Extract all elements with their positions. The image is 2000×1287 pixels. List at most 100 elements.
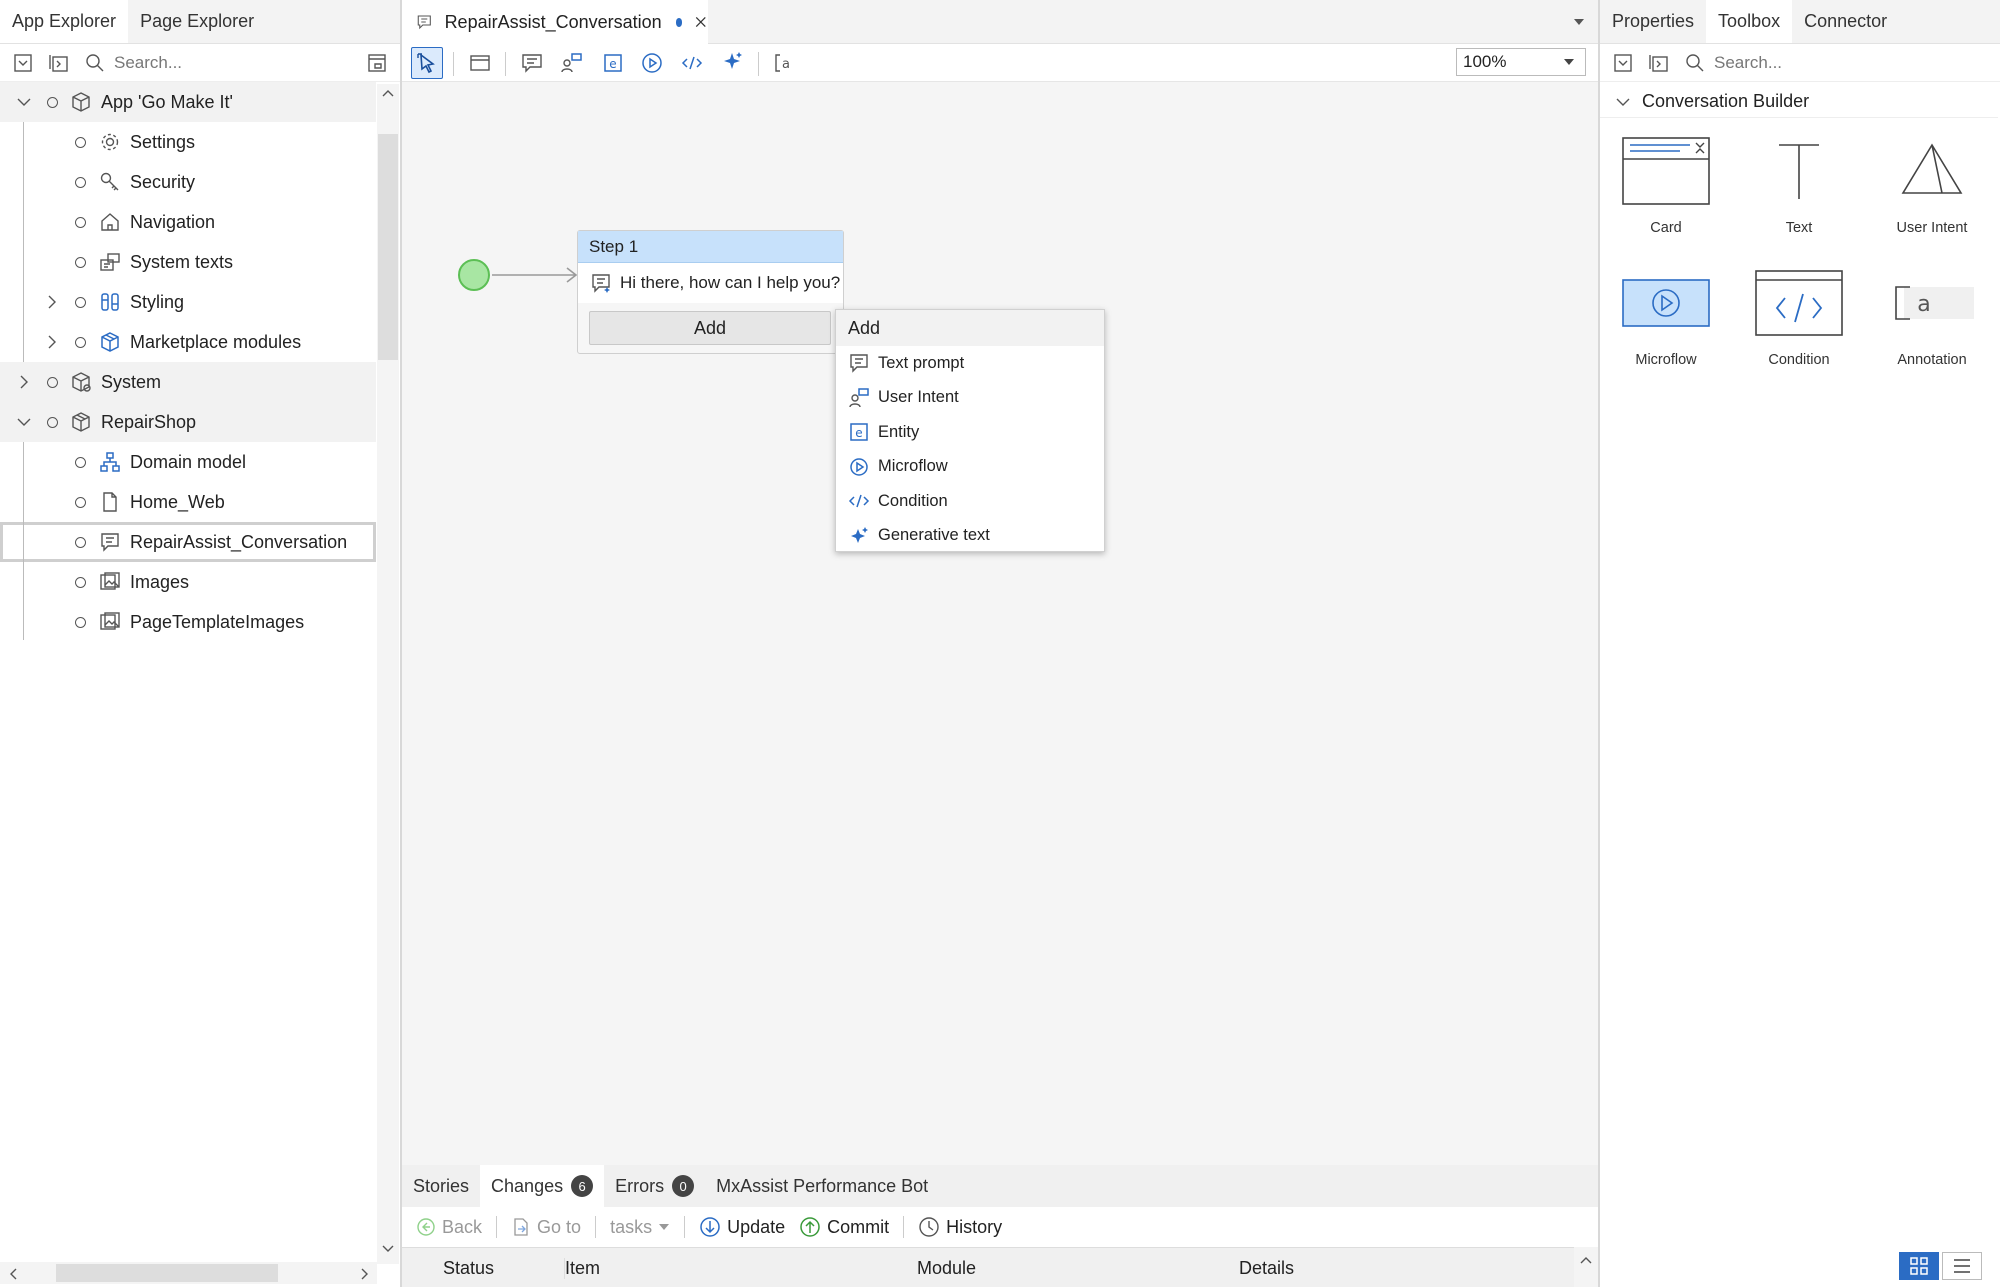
select-tool-button[interactable]: [411, 47, 443, 79]
image-icon: [100, 572, 120, 590]
chevron-right-icon[interactable]: [42, 332, 62, 352]
step-header[interactable]: Step 1: [578, 231, 843, 263]
condition-tool-icon[interactable]: [680, 51, 704, 75]
grid-view-button[interactable]: [1899, 1252, 1939, 1280]
tab-app-explorer[interactable]: App Explorer: [0, 0, 129, 43]
editor-tab[interactable]: RepairAssist_Conversation: [402, 0, 708, 44]
menu-item-microflow[interactable]: Microflow: [836, 450, 1104, 485]
toolbox-search[interactable]: Search...: [1684, 52, 1782, 74]
column-details[interactable]: Details: [1239, 1258, 1294, 1279]
tree-row-app[interactable]: App 'Go Make It': [0, 82, 376, 122]
column-status[interactable]: Status: [443, 1258, 494, 1279]
tree-scroll-thumb[interactable]: [378, 134, 398, 360]
expand-icon[interactable]: [48, 52, 70, 74]
tasks-dropdown[interactable]: tasks: [610, 1217, 670, 1238]
tab-connector[interactable]: Connector: [1792, 0, 1899, 43]
tree-row-home-web[interactable]: Home_Web: [0, 482, 376, 522]
section-conversation-builder[interactable]: Conversation Builder: [1600, 86, 1998, 118]
toolbar-separator: [758, 52, 759, 76]
annotation-tool-icon[interactable]: a: [772, 51, 796, 75]
user-intent-tool-icon[interactable]: [560, 51, 584, 75]
tab-toolbox[interactable]: Toolbox: [1706, 0, 1793, 43]
start-node[interactable]: [458, 259, 490, 291]
status-dot: [75, 296, 86, 308]
grid-icon: [1910, 1257, 1928, 1275]
chevron-right-icon[interactable]: [14, 372, 34, 392]
update-label: Update: [727, 1216, 786, 1237]
toolbox-item-condition[interactable]: Condition: [1733, 254, 1865, 368]
generative-text-tool-icon[interactable]: [720, 50, 744, 74]
step-node[interactable]: Step 1 Hi there, how can I help you? Add: [577, 230, 844, 354]
toolbox-item-text[interactable]: Text: [1733, 122, 1865, 236]
scroll-up-icon[interactable]: [1578, 1253, 1594, 1269]
menu-item-condition[interactable]: Condition: [836, 484, 1104, 519]
add-step-item-button[interactable]: Add: [589, 311, 831, 345]
scroll-down-icon[interactable]: [380, 1240, 396, 1256]
tree-row-marketplace-modules[interactable]: Marketplace modules: [0, 322, 376, 362]
menu-item-entity[interactable]: e Entity: [836, 415, 1104, 450]
menu-item-label: Text prompt: [878, 353, 965, 372]
text-prompt-tool-icon[interactable]: [520, 51, 544, 75]
list-view-button[interactable]: [1942, 1252, 1982, 1280]
collapse-all-icon[interactable]: [1612, 52, 1634, 74]
tree-row-security[interactable]: Security: [0, 162, 376, 202]
tree-row-styling[interactable]: Styling: [0, 282, 376, 322]
scroll-left-icon[interactable]: [6, 1266, 22, 1282]
tab-errors[interactable]: Errors 0: [604, 1165, 705, 1207]
goto-button[interactable]: Go to: [511, 1217, 581, 1238]
tab-label: Errors: [615, 1175, 665, 1196]
status-dot: [75, 456, 86, 468]
toolbox-item-microflow[interactable]: Microflow: [1600, 254, 1732, 368]
tab-changes[interactable]: Changes 6: [480, 1165, 605, 1207]
tree-row-system-texts[interactable]: System texts: [0, 242, 376, 282]
tab-page-explorer[interactable]: Page Explorer: [128, 0, 266, 43]
tab-mxassist-performance-bot[interactable]: MxAssist Performance Bot: [705, 1165, 939, 1207]
tree-row-domain-model[interactable]: Domain model: [0, 442, 376, 482]
scroll-right-icon[interactable]: [356, 1266, 372, 1282]
card-tool-icon[interactable]: [468, 51, 492, 75]
tab-stories[interactable]: Stories: [402, 1165, 480, 1207]
zoom-select[interactable]: 100%: [1456, 48, 1586, 76]
step-message[interactable]: Hi there, how can I help you?: [578, 263, 843, 303]
menu-item-user-intent[interactable]: User Intent: [836, 381, 1104, 416]
menu-item-label: Entity: [878, 422, 920, 441]
scroll-up-icon[interactable]: [380, 86, 396, 102]
column-item[interactable]: Item: [564, 1258, 600, 1279]
update-button[interactable]: Update: [699, 1216, 785, 1238]
list-icon: [1954, 1259, 1970, 1273]
chevron-down-icon[interactable]: [14, 92, 34, 112]
column-module[interactable]: Module: [917, 1258, 976, 1279]
close-icon[interactable]: [694, 13, 708, 31]
text-icon: [1779, 144, 1819, 199]
sync-editor-icon[interactable]: [366, 52, 388, 74]
toolbox-item-annotation[interactable]: a Annotation: [1866, 254, 1998, 368]
status-dot: [75, 616, 86, 628]
tree-row-repairassist-conversation[interactable]: RepairAssist_Conversation: [0, 522, 376, 562]
tree-row-system[interactable]: System: [0, 362, 376, 402]
menu-item-generative-text[interactable]: Generative text: [836, 519, 1104, 554]
toolbox-item-card[interactable]: Card: [1600, 122, 1732, 236]
entity-tool-icon[interactable]: e: [601, 51, 625, 75]
bottom-tabbar: Stories Changes 6 Errors 0 MxAssist Perfor…: [402, 1165, 1598, 1207]
tree-row-pagetemplateimages[interactable]: PageTemplateImages: [0, 602, 376, 642]
tree-row-settings[interactable]: Settings: [0, 122, 376, 162]
tree-row-images[interactable]: Images: [0, 562, 376, 602]
back-button[interactable]: Back: [416, 1217, 482, 1238]
expand-icon[interactable]: [1648, 52, 1670, 74]
tree-hscroll-thumb[interactable]: [56, 1264, 278, 1282]
table-scrollbar[interactable]: [1574, 1247, 1598, 1287]
history-button[interactable]: History: [918, 1216, 1002, 1238]
menu-item-text-prompt[interactable]: Text prompt: [836, 346, 1104, 381]
tab-properties[interactable]: Properties: [1600, 0, 1706, 43]
commit-button[interactable]: Commit: [799, 1216, 889, 1238]
collapse-all-icon[interactable]: [12, 52, 34, 74]
toolbox-toolbar: Search...: [1600, 44, 2000, 82]
microflow-tool-icon[interactable]: [640, 51, 664, 75]
tab-overflow-icon[interactable]: [1572, 16, 1586, 28]
toolbox-item-user-intent[interactable]: User Intent: [1866, 122, 1998, 236]
explorer-search[interactable]: Search...: [84, 52, 182, 74]
chevron-right-icon[interactable]: [42, 292, 62, 312]
tree-row-navigation[interactable]: Navigation: [0, 202, 376, 242]
tree-row-repairshop[interactable]: RepairShop: [0, 402, 376, 442]
chevron-down-icon[interactable]: [14, 412, 34, 432]
